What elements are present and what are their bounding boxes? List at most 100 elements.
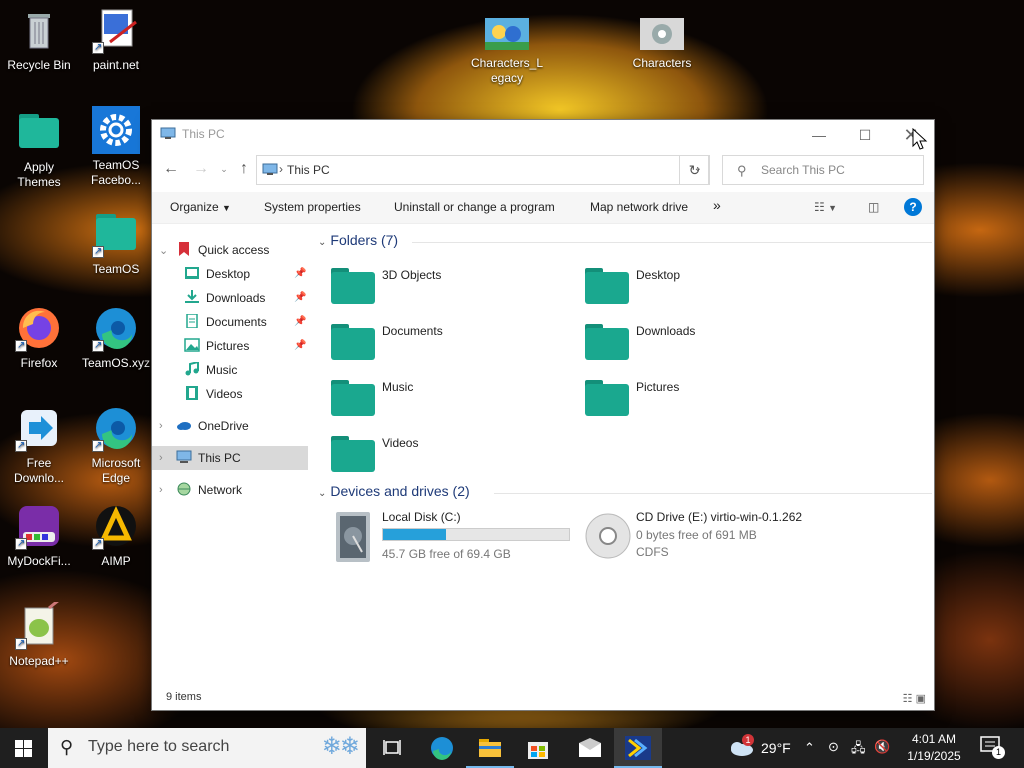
large-icons-view-icon[interactable]: ▣ <box>916 693 926 705</box>
details-view-icon[interactable]: ☷ <box>903 693 913 705</box>
nav-pictures[interactable]: Pictures <box>184 334 249 358</box>
desktop-icon-notepad-plus-plus[interactable]: Notepad++ <box>1 598 77 669</box>
help-button[interactable]: ? <box>904 198 922 216</box>
preview-pane-button[interactable]: ◫ <box>868 200 879 214</box>
desktop-icon-free-download[interactable]: Free Downlo... <box>1 404 77 486</box>
taskbar-search-box[interactable]: ⚲ Type here to search ❄❄ <box>48 728 366 768</box>
minimize-button[interactable]: — <box>796 120 842 150</box>
nav-downloads[interactable]: Downloads <box>184 286 265 310</box>
up-button[interactable]: ↑ <box>234 159 254 179</box>
drive-usage-bar <box>382 528 570 541</box>
taskbar-store[interactable] <box>514 728 562 768</box>
uninstall-program-button[interactable]: Uninstall or change a program <box>394 200 555 214</box>
change-view-button[interactable]: ☷ ▼ <box>814 200 837 214</box>
shortcut-arrow-icon <box>15 636 27 651</box>
taskbar-edge[interactable] <box>418 728 466 768</box>
desktop-icon-aimp[interactable]: AIMP <box>78 502 154 569</box>
chevron-down-icon[interactable]: ⌄ <box>159 244 168 257</box>
taskbar-file-explorer[interactable] <box>466 728 514 768</box>
taskbar-powershell[interactable] <box>614 728 662 768</box>
up-arrow-icon: ↑ <box>240 160 248 177</box>
folders-group-header[interactable]: ⌄ Folders (7) <box>318 232 398 248</box>
view-toggle-buttons[interactable]: ☷ ▣ <box>903 692 926 705</box>
folder-music[interactable]: Music <box>330 376 580 426</box>
folder-name: 3D Objects <box>382 268 442 282</box>
more-commands-button[interactable]: » <box>713 197 721 213</box>
system-clock[interactable]: 4:01 AM 1/19/2025 <box>898 731 970 765</box>
maximize-button[interactable]: ☐ <box>842 120 888 150</box>
forward-button[interactable]: → <box>191 159 211 179</box>
start-button[interactable] <box>0 728 48 768</box>
title-bar[interactable]: This PC — ☐ ✕ <box>152 120 934 150</box>
address-bar[interactable]: › This PC ⌄ <box>256 155 709 185</box>
drive-cd-e[interactable]: CD Drive (E:) virtio-win-0.1.262 0 bytes… <box>584 510 884 566</box>
search-input[interactable] <box>761 163 911 177</box>
folder-icon <box>331 380 375 416</box>
desktop-icon-teamos[interactable]: TeamOS <box>78 210 154 277</box>
system-properties-button[interactable]: System properties <box>264 200 361 214</box>
folder-videos[interactable]: Videos <box>330 432 580 482</box>
chevron-right-icon[interactable]: › <box>159 484 163 496</box>
organize-button[interactable]: Organize ▼ <box>170 200 231 214</box>
nav-documents[interactable]: Documents <box>184 310 267 334</box>
chevron-right-icon[interactable]: › <box>159 452 163 464</box>
folder-pictures[interactable]: Pictures <box>584 376 834 426</box>
nav-this-pc[interactable]: This PC <box>176 446 241 470</box>
folder-documents[interactable]: Documents <box>330 320 580 370</box>
shortcut-arrow-icon <box>92 338 104 353</box>
desktop-folder-icon <box>185 267 199 279</box>
search-box[interactable]: ⚲ <box>722 155 924 185</box>
image-icon <box>483 16 531 52</box>
edge-icon <box>92 304 140 353</box>
drive-local-disk-c[interactable]: Local Disk (C:) 45.7 GB free of 69.4 GB <box>330 510 580 566</box>
desktop-icon-label: Notepad++ <box>9 654 69 668</box>
drive-usage-fill <box>383 529 447 540</box>
network-globe-icon <box>177 482 191 496</box>
desktop-icon-paint-net[interactable]: paint.net <box>78 6 154 73</box>
nav-onedrive[interactable]: OneDrive <box>176 414 249 438</box>
weather-temperature: 29°F <box>761 740 791 756</box>
refresh-button[interactable]: ↻ <box>679 155 710 185</box>
volume-muted-icon[interactable]: 🔇 <box>874 739 890 768</box>
desktop-icon-mydockfinder[interactable]: MyDockFi... <box>1 502 77 569</box>
notification-center-button[interactable]: 1 <box>980 736 1006 768</box>
folder-icon <box>331 324 375 360</box>
drive-filesystem: CDFS <box>636 545 669 559</box>
folder-3d-objects[interactable]: 3D Objects <box>330 264 580 314</box>
nav-music[interactable]: Music <box>184 358 237 382</box>
taskbar-search-placeholder: Type here to search <box>88 738 230 755</box>
task-view-button[interactable] <box>368 728 416 768</box>
back-button[interactable]: ← <box>161 159 181 179</box>
cloud-icon <box>177 422 191 430</box>
taskbar-mail[interactable] <box>566 728 614 768</box>
tray-camera-icon[interactable]: ⊙ <box>828 739 839 768</box>
desktop-icon-characters-legacy[interactable]: Characters_Legacy <box>468 16 546 86</box>
drives-group-header[interactable]: ⌄ Devices and drives (2) <box>318 483 470 499</box>
desktop-icon-teamos-xyz[interactable]: TeamOS.xyz <box>78 304 154 371</box>
desktop-icon-recycle-bin[interactable]: Recycle Bin <box>1 6 77 73</box>
folder-downloads[interactable]: Downloads <box>584 320 834 370</box>
desktop-icon-apply-themes[interactable]: Apply Themes <box>1 108 77 190</box>
desktop-icon-microsoft-edge[interactable]: Microsoft Edge <box>78 404 154 486</box>
recent-locations-button[interactable]: ⌄ <box>214 159 234 179</box>
map-network-drive-button[interactable]: Map network drive <box>590 200 688 214</box>
nav-desktop[interactable]: Desktop <box>184 262 250 286</box>
desktop-icon-characters[interactable]: Characters <box>624 16 700 71</box>
desktop-icon-teamos-facebook[interactable]: TeamOS Facebo... <box>78 106 154 188</box>
group-title: Folders (7) <box>330 232 399 248</box>
desktop-icon-firefox[interactable]: Firefox <box>1 304 77 371</box>
nav-videos[interactable]: Videos <box>184 382 242 406</box>
content-pane: ⌄ Folders (7) 3D Objects Desktop Document… <box>312 224 934 686</box>
star-icon <box>179 242 189 256</box>
pin-icon: 📌 <box>294 316 307 327</box>
picture-icon <box>184 338 200 352</box>
nav-quick-access[interactable]: Quick access <box>176 238 269 262</box>
breadcrumb[interactable]: This PC <box>287 163 330 177</box>
chevron-right-icon[interactable]: › <box>159 420 163 432</box>
nav-network[interactable]: Network <box>176 478 242 502</box>
nav-label: This PC <box>198 451 241 465</box>
nav-label: Music <box>206 363 238 377</box>
show-hidden-icons-button[interactable]: ⌃ <box>804 740 815 768</box>
folder-desktop[interactable]: Desktop <box>584 264 834 314</box>
network-icon[interactable]: 🖧 <box>851 739 866 768</box>
